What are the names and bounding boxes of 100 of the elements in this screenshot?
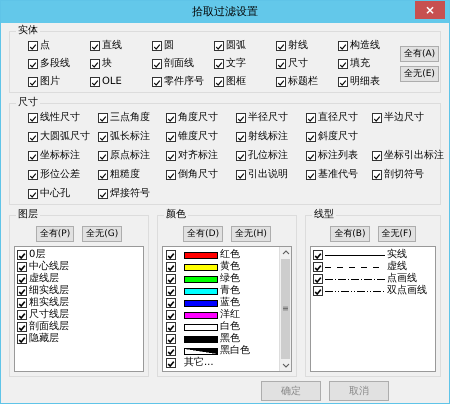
checkbox[interactable]: [166, 151, 176, 161]
checkbox[interactable]: [166, 358, 176, 368]
checkbox[interactable]: [90, 77, 100, 87]
checkbox[interactable]: [28, 59, 38, 69]
checkbox[interactable]: [306, 132, 316, 142]
checkbox[interactable]: [338, 77, 348, 87]
checkbox[interactable]: [17, 322, 27, 332]
checkbox[interactable]: [17, 274, 27, 284]
checkbox[interactable]: [90, 59, 100, 69]
checkbox[interactable]: [236, 113, 246, 123]
checkbox[interactable]: [276, 77, 286, 87]
checkbox[interactable]: [98, 189, 108, 199]
group-title: 尺寸: [16, 97, 40, 109]
checkbox-label: OLE: [102, 76, 122, 88]
list-item: 蓝色: [220, 297, 240, 309]
checkbox[interactable]: [306, 151, 316, 161]
checkbox-label: 孔位标注: [248, 150, 288, 162]
checkbox[interactable]: [98, 151, 108, 161]
group-title: 图层: [16, 209, 40, 221]
checkbox-label: 原点标注: [110, 150, 150, 162]
checkbox[interactable]: [98, 132, 108, 142]
checkbox[interactable]: [90, 41, 100, 51]
checkbox[interactable]: [17, 298, 27, 308]
select-button[interactable]: 全无(H): [231, 226, 271, 242]
list-item: 粗实线层: [29, 297, 69, 308]
checkbox[interactable]: [276, 41, 286, 51]
checkbox[interactable]: [166, 334, 176, 344]
scrollbar-thumb[interactable]: ≡: [281, 259, 290, 359]
select-button[interactable]: 全有(B): [330, 226, 370, 242]
select-button[interactable]: 全有(D): [183, 226, 224, 242]
select-button[interactable]: 全无(G): [82, 226, 122, 242]
checkbox[interactable]: [166, 250, 176, 260]
checkbox[interactable]: [28, 170, 38, 180]
checkbox[interactable]: [166, 298, 176, 308]
checkbox[interactable]: [313, 286, 323, 296]
checkbox[interactable]: [313, 250, 323, 260]
checkbox[interactable]: [166, 310, 176, 320]
checkbox[interactable]: [166, 262, 176, 272]
checkbox[interactable]: [17, 334, 27, 344]
checkbox[interactable]: [17, 262, 27, 272]
checkbox[interactable]: [372, 151, 382, 161]
checkbox[interactable]: [28, 189, 38, 199]
checkbox-label: 射线标注: [248, 131, 288, 143]
checkbox[interactable]: [372, 170, 382, 180]
checkbox[interactable]: [236, 132, 246, 142]
checkbox[interactable]: [166, 113, 176, 123]
list-item: 双点画线: [387, 285, 427, 297]
checkbox[interactable]: [166, 322, 176, 332]
group-title: 颜色: [164, 209, 188, 221]
checkbox-label: 直径尺寸: [318, 112, 358, 124]
close-button[interactable]: ×: [415, 1, 445, 19]
list-item: 绿色: [220, 273, 240, 284]
checkbox-label: 图框: [226, 76, 246, 88]
select-button[interactable]: 全无(E): [400, 66, 440, 82]
select-button[interactable]: 全有(P): [36, 226, 74, 242]
checkbox[interactable]: [152, 77, 162, 87]
checkbox[interactable]: [313, 274, 323, 284]
select-button[interactable]: 全无(F): [378, 226, 416, 242]
checkbox[interactable]: [236, 151, 246, 161]
checkbox[interactable]: [214, 59, 224, 69]
checkbox[interactable]: [17, 310, 27, 320]
checkbox[interactable]: [152, 59, 162, 69]
checkbox[interactable]: [17, 286, 27, 296]
checkbox-label: 引出说明: [248, 169, 288, 181]
checkbox[interactable]: [28, 77, 38, 87]
checkbox-label: 剖面线: [164, 58, 194, 70]
checkbox-label: 明细表: [350, 76, 380, 88]
checkbox[interactable]: [166, 274, 176, 284]
select-button[interactable]: 全有(A): [400, 46, 440, 62]
checkbox[interactable]: [166, 346, 176, 356]
checkbox-label: 角度尺寸: [178, 112, 218, 124]
checkbox[interactable]: [306, 113, 316, 123]
checkbox[interactable]: [166, 170, 176, 180]
checkbox[interactable]: [152, 41, 162, 51]
checkbox[interactable]: [236, 170, 246, 180]
checkbox[interactable]: [28, 113, 38, 123]
checkbox-label: 大圆弧尺寸: [40, 131, 90, 143]
checkbox[interactable]: [214, 77, 224, 87]
checkbox[interactable]: [28, 132, 38, 142]
checkbox[interactable]: [17, 250, 27, 260]
checkbox[interactable]: [214, 41, 224, 51]
list-item: 黑色: [220, 333, 240, 345]
checkbox[interactable]: [28, 151, 38, 161]
checkbox[interactable]: [306, 170, 316, 180]
checkbox-label: 斜度尺寸: [318, 131, 358, 143]
checkbox[interactable]: [313, 262, 323, 272]
window-title: 拾取过滤设置: [192, 4, 258, 20]
checkbox[interactable]: [276, 59, 286, 69]
checkbox[interactable]: [98, 170, 108, 180]
checkbox[interactable]: [98, 113, 108, 123]
group-title: 实体: [16, 25, 40, 37]
checkbox[interactable]: [166, 132, 176, 142]
checkbox[interactable]: [166, 286, 176, 296]
checkbox-label: 零件序号: [164, 76, 204, 88]
checkbox[interactable]: [338, 41, 348, 51]
checkbox[interactable]: [372, 113, 382, 123]
list-item: 0层: [29, 249, 46, 260]
checkbox[interactable]: [28, 41, 38, 51]
list-item: 实线: [387, 249, 407, 260]
checkbox[interactable]: [338, 59, 348, 69]
